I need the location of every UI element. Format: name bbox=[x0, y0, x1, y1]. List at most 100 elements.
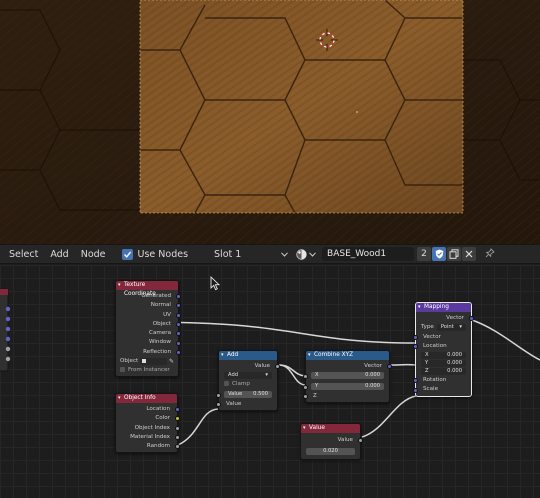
socket-row-object: Object bbox=[116, 320, 181, 329]
socket-row-scale: Scale bbox=[413, 385, 471, 394]
socket-row-camera: Camera bbox=[116, 329, 181, 338]
slot-dropdown[interactable]: Slot 1 bbox=[214, 249, 288, 260]
node-value[interactable]: Value Value 0.020 bbox=[300, 423, 363, 461]
socket-row-object-index: Object Index bbox=[116, 424, 180, 433]
x-field-row: X 0.000 bbox=[303, 372, 389, 381]
menu-select[interactable]: Select bbox=[0, 249, 44, 260]
socket-window[interactable] bbox=[176, 340, 181, 346]
socket-row-material-index: Material Index bbox=[116, 433, 180, 442]
socket-row-vector-in: Vector bbox=[413, 333, 471, 342]
socket-row-value-out: Value bbox=[301, 436, 363, 445]
chevron-down-icon: ▾ bbox=[459, 324, 462, 331]
socket-rotation[interactable] bbox=[413, 378, 418, 384]
viewport-render bbox=[0, 0, 540, 244]
pin-icon bbox=[485, 247, 495, 257]
from-instancer-checkbox[interactable] bbox=[120, 367, 125, 373]
socket-row-random: Random bbox=[116, 442, 180, 451]
node-title: Add bbox=[219, 351, 277, 360]
socket-row-location: Location bbox=[116, 405, 180, 414]
material-browse-button[interactable] bbox=[296, 248, 316, 260]
menu-node[interactable]: Node bbox=[75, 249, 112, 260]
value-number-field[interactable]: 0.020 bbox=[306, 448, 355, 456]
eyedropper-icon[interactable]: ✎ bbox=[169, 357, 174, 366]
node-math-add[interactable]: Add Value Add▾ Clamp Value0.500 Value bbox=[216, 350, 280, 412]
menu-add[interactable]: Add bbox=[44, 249, 74, 260]
socket-row-value-out: Value bbox=[219, 362, 280, 371]
value-field-row: Value 0.500 bbox=[216, 390, 277, 400]
object-picker-field[interactable] bbox=[140, 358, 167, 366]
socket-z[interactable] bbox=[303, 394, 308, 400]
pin-button[interactable] bbox=[485, 247, 495, 261]
socket-row-color: Color bbox=[116, 414, 180, 423]
socket-row-vector-out: Vector bbox=[306, 362, 392, 371]
socket-row-value-in: Value bbox=[216, 400, 277, 409]
socket-y[interactable] bbox=[303, 384, 308, 390]
socket-row-window: Window bbox=[116, 338, 181, 347]
node-title: Texture Coordinate bbox=[116, 281, 178, 297]
node-object-info[interactable]: Object Info Location Color Object Index … bbox=[115, 393, 180, 454]
node-title: Object Info bbox=[116, 394, 177, 403]
link-mapping-out bbox=[471, 319, 540, 361]
socket-row-rotation: Rotation bbox=[413, 376, 471, 385]
node-title: Mapping bbox=[416, 303, 471, 312]
x-field[interactable]: X 0.000 bbox=[311, 372, 384, 380]
socket-value-in-a[interactable] bbox=[216, 392, 221, 398]
mouse-pointer-icon bbox=[210, 275, 221, 291]
socket-location-in[interactable] bbox=[413, 344, 418, 350]
chevron-down-icon: ▾ bbox=[265, 372, 268, 379]
socket-row-generated: Generated bbox=[116, 292, 181, 301]
chevron-down-icon bbox=[309, 251, 316, 257]
clamp-row[interactable]: Clamp bbox=[219, 380, 277, 389]
from-instancer-row[interactable]: From Instancer bbox=[116, 366, 178, 375]
clamp-checkbox[interactable] bbox=[224, 381, 229, 387]
socket-uv[interactable] bbox=[176, 312, 181, 318]
link-random-to-add-value bbox=[177, 408, 219, 446]
socket-row-uv: UV bbox=[116, 311, 181, 320]
use-nodes-label: Use Nodes bbox=[137, 248, 189, 260]
location-x-field[interactable]: X 0.000 bbox=[421, 352, 466, 360]
socket-object-index[interactable] bbox=[175, 425, 180, 431]
checkmark-icon bbox=[123, 251, 131, 258]
operation-dropdown[interactable]: Add ▾ bbox=[224, 372, 272, 380]
material-users-count[interactable]: 2 bbox=[417, 247, 432, 261]
node-editor-header: Select Add Node Use Nodes Slot 1 BASE_Wo… bbox=[0, 244, 540, 264]
socket-reflection[interactable] bbox=[176, 349, 181, 355]
material-name-field[interactable]: BASE_Wood1 bbox=[322, 247, 415, 261]
link-object-to-mapping-vector bbox=[180, 321, 417, 344]
y-field-row: Y 0.000 bbox=[303, 382, 389, 392]
socket-row-location: Location bbox=[413, 342, 471, 351]
node-texture-coordinate[interactable]: Texture Coordinate Generated Normal UV O… bbox=[115, 280, 181, 377]
socket-row-normal: Normal bbox=[116, 301, 181, 310]
node-editor-canvas[interactable]: Texture Coordinate Generated Normal UV O… bbox=[0, 265, 540, 498]
socket-row-reflection: Reflection bbox=[116, 348, 181, 357]
offscreen-node[interactable] bbox=[0, 288, 11, 372]
shield-icon bbox=[435, 249, 443, 259]
use-nodes-checkbox[interactable] bbox=[121, 248, 133, 260]
location-y-field[interactable]: Y 0.000 bbox=[421, 360, 466, 368]
type-row: Type Point ▾ bbox=[416, 323, 471, 332]
slot-label: Slot 1 bbox=[214, 248, 242, 260]
location-z-field[interactable]: Z 0.000 bbox=[421, 368, 466, 376]
node-combine-xyz[interactable]: Combine XYZ Vector X0.000 Y0.000 Z bbox=[303, 350, 392, 404]
duplicate-icon bbox=[449, 249, 459, 259]
node-title: Combine XYZ bbox=[306, 351, 389, 360]
wood-plane bbox=[139, 0, 464, 214]
node-title: Value bbox=[301, 424, 360, 433]
fake-user-button[interactable] bbox=[432, 247, 447, 261]
socket-vector-in[interactable] bbox=[413, 334, 418, 340]
socket-x[interactable] bbox=[303, 374, 308, 380]
socket-value-in-b[interactable] bbox=[216, 402, 221, 408]
unlink-material-button[interactable] bbox=[462, 247, 477, 261]
value-field[interactable]: Value 0.500 bbox=[224, 390, 272, 398]
y-field[interactable]: Y 0.000 bbox=[311, 382, 384, 390]
object-icon bbox=[142, 358, 147, 363]
socket-row-z: Z bbox=[303, 392, 389, 401]
node-mapping[interactable]: Mapping Vector Type Point▾ Vector Locati… bbox=[413, 302, 474, 397]
object-picker-row: Object ✎ bbox=[120, 357, 174, 366]
material-preview-viewport[interactable] bbox=[0, 0, 540, 244]
socket-scale[interactable] bbox=[413, 387, 418, 393]
duplicate-material-button[interactable] bbox=[447, 247, 462, 261]
close-icon bbox=[465, 250, 473, 258]
type-dropdown[interactable]: Point ▾ bbox=[436, 324, 466, 332]
material-sphere-icon bbox=[296, 248, 307, 260]
